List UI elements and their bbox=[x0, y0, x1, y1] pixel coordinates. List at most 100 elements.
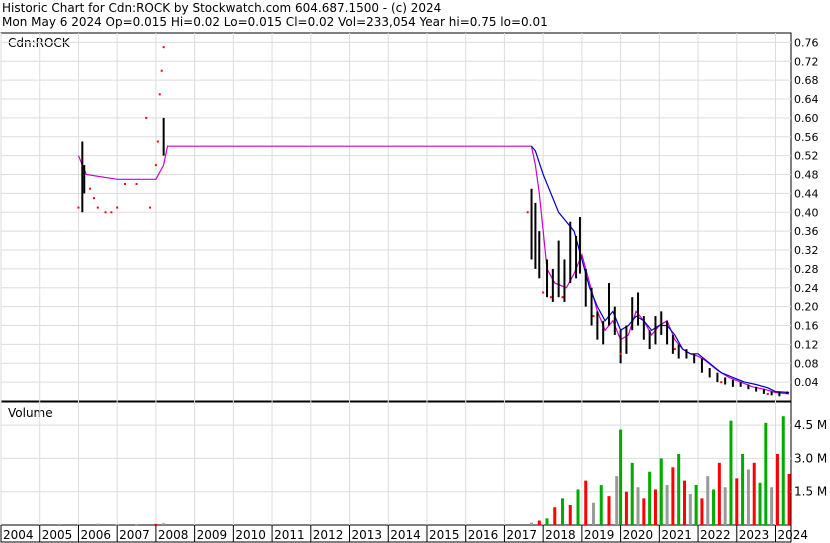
price-tick-label: 0.24 bbox=[794, 282, 819, 295]
price-mark bbox=[526, 211, 529, 214]
price-tick-label: 0.48 bbox=[794, 169, 819, 182]
volume-bar bbox=[630, 462, 634, 525]
price-tick-label: 0.16 bbox=[794, 320, 819, 333]
x-tick-label: 2019 bbox=[584, 528, 615, 542]
volume-bar bbox=[688, 493, 692, 525]
volume-bar bbox=[653, 489, 657, 525]
volume-bar bbox=[96, 523, 100, 525]
volume-bar bbox=[787, 473, 791, 525]
volume-bar bbox=[553, 507, 557, 525]
price-y-axis: 0.04 0.08 0.12 0.16 0.20 0.24 0.28 0.32 0.36 0.40… bbox=[794, 36, 819, 389]
x-tick-label: 2017 bbox=[506, 528, 537, 542]
volume-bar bbox=[770, 487, 774, 525]
price-mark bbox=[160, 69, 163, 72]
volume-bar bbox=[568, 505, 572, 525]
price-mark bbox=[110, 211, 113, 214]
price-mark bbox=[549, 296, 552, 299]
volume-panel-title: Volume bbox=[8, 406, 53, 420]
x-tick-label: 2023 bbox=[739, 528, 770, 542]
price-tick-label: 0.56 bbox=[794, 131, 819, 144]
volume-bar bbox=[135, 524, 139, 526]
price-mark bbox=[116, 206, 119, 209]
volume-bar bbox=[584, 480, 588, 525]
x-tick-label: 2016 bbox=[468, 528, 499, 542]
x-tick-label: 2012 bbox=[313, 528, 344, 542]
x-tick-label: 2005 bbox=[42, 528, 73, 542]
volume-bar bbox=[619, 429, 623, 525]
price-mark bbox=[158, 93, 161, 96]
price-tick-label: 0.08 bbox=[794, 357, 819, 370]
x-tick-label: 2022 bbox=[700, 528, 731, 542]
volume-bar bbox=[752, 462, 756, 525]
price-tick-label: 0.72 bbox=[794, 55, 819, 68]
price-mark bbox=[89, 187, 92, 190]
price-tick-label: 0.44 bbox=[794, 187, 819, 200]
x-axis: 2004 2005 2006 2007 2008 2009 2010 2011 2012 2013… bbox=[0, 525, 809, 542]
price-tick-label: 0.40 bbox=[794, 206, 819, 219]
price-mark bbox=[154, 164, 157, 167]
volume-tick-label: 3.0 M bbox=[794, 451, 827, 465]
volume-bar bbox=[758, 482, 762, 525]
volume-bar bbox=[636, 487, 640, 525]
volume-bar bbox=[775, 453, 779, 525]
x-tick-label: 2011 bbox=[274, 528, 305, 542]
volume-bar bbox=[665, 485, 669, 525]
volume-bar bbox=[599, 485, 603, 525]
volume-bar bbox=[576, 489, 580, 525]
price-mark bbox=[720, 381, 723, 384]
x-tick-label: 2015 bbox=[429, 528, 460, 542]
x-tick-label: 2007 bbox=[119, 528, 150, 542]
volume-bar bbox=[154, 523, 158, 525]
volume-bar bbox=[162, 523, 166, 525]
price-tick-label: 0.28 bbox=[794, 263, 819, 276]
volume-bar bbox=[717, 462, 721, 525]
volume-bar bbox=[530, 522, 534, 525]
volume-bar bbox=[746, 469, 750, 525]
price-mark bbox=[96, 206, 99, 209]
volume-bar bbox=[706, 476, 710, 525]
price-tick-label: 0.20 bbox=[794, 301, 819, 314]
volume-bar bbox=[729, 420, 733, 525]
volume-tick-label: 1.5 M bbox=[794, 485, 827, 499]
x-tick-label: 2018 bbox=[545, 528, 576, 542]
price-mark bbox=[766, 392, 769, 395]
x-tick-label: 2004 bbox=[3, 528, 34, 542]
volume-bar bbox=[659, 458, 663, 525]
price-mark bbox=[542, 291, 545, 294]
price-tick-label: 0.76 bbox=[794, 36, 819, 49]
price-tick-label: 0.36 bbox=[794, 225, 819, 238]
volume-bar bbox=[723, 487, 727, 525]
volume-bar bbox=[607, 496, 611, 525]
price-tick-label: 0.32 bbox=[794, 244, 819, 257]
stock-chart: Cdn:ROCK Volume 0.040.080.120.160.200.24… bbox=[0, 32, 827, 543]
x-tick-label: 2024 bbox=[778, 528, 809, 542]
price-mark bbox=[135, 182, 138, 185]
price-mark bbox=[619, 352, 622, 355]
volume-bar bbox=[712, 489, 716, 525]
price-mark bbox=[77, 206, 80, 209]
price-mark bbox=[162, 46, 165, 49]
volume-bar bbox=[642, 498, 646, 525]
x-tick-label: 2008 bbox=[158, 528, 189, 542]
volume-bar bbox=[671, 467, 675, 525]
price-mark bbox=[92, 197, 95, 200]
volume-bar bbox=[615, 476, 619, 525]
price-tick-label: 0.64 bbox=[794, 93, 819, 106]
volume-bar bbox=[624, 491, 628, 525]
price-mark bbox=[104, 211, 107, 214]
volume-bar bbox=[648, 471, 652, 525]
price-mark bbox=[145, 116, 148, 119]
price-mark bbox=[156, 140, 159, 143]
price-mark bbox=[673, 348, 676, 351]
price-tick-label: 0.68 bbox=[794, 74, 819, 87]
price-mark bbox=[149, 206, 152, 209]
price-tick-label: 0.12 bbox=[794, 338, 819, 351]
price-tick-label: 0.04 bbox=[794, 376, 819, 389]
x-tick-label: 2014 bbox=[390, 528, 421, 542]
volume-bar bbox=[545, 518, 549, 525]
volume-bar bbox=[537, 520, 541, 525]
x-tick-label: 2021 bbox=[661, 528, 692, 542]
volume-bar bbox=[592, 502, 595, 525]
volume-y-axis: 1.5 M 3.0 M 4.5 M bbox=[794, 418, 827, 499]
volume-bar bbox=[741, 453, 745, 525]
